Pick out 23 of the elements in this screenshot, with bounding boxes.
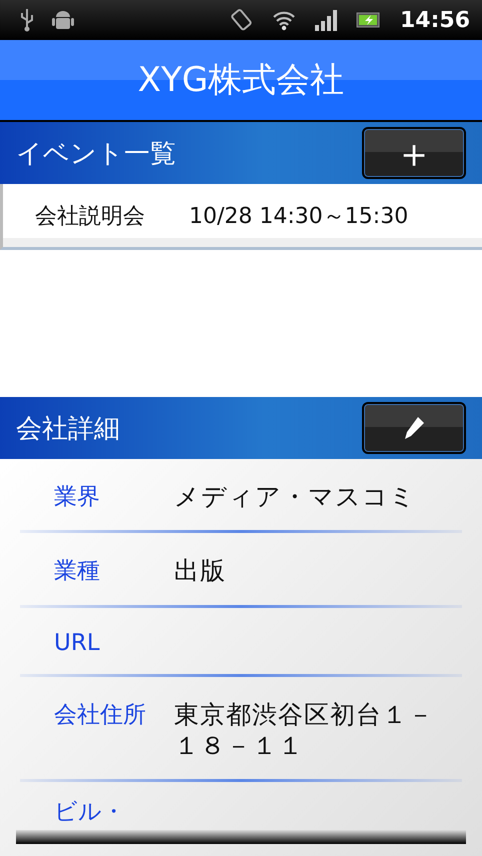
android-icon <box>52 8 74 32</box>
pencil-icon <box>403 416 425 440</box>
section-title: 会社詳細 <box>16 412 120 446</box>
section-title: イベント一覧 <box>16 138 176 170</box>
field-label: 業種 <box>54 557 101 586</box>
usb-icon <box>20 8 34 32</box>
field-value: 出版 <box>174 555 227 586</box>
field-value: メディア・マスコミ <box>174 481 417 512</box>
edit-button[interactable] <box>362 402 466 454</box>
field-label: ビル・ <box>54 798 126 827</box>
app-title: XYG株式会社 <box>138 59 344 102</box>
signal-icon <box>314 9 338 31</box>
event-row[interactable]: 会社説明会 10/28 14:30～15:30 <box>0 184 482 250</box>
field-label: 業界 <box>54 483 101 512</box>
field-label: URL <box>54 630 101 656</box>
status-time: 14:56 <box>400 8 470 32</box>
battery-icon <box>356 11 382 29</box>
wifi-icon <box>272 9 296 31</box>
add-button[interactable]: ＋ <box>362 127 466 179</box>
field-value: 東京都渋谷区初台１－１８－１１ <box>174 698 435 761</box>
field-label: 会社住所 <box>54 700 147 730</box>
event-name: 会社説明会 <box>35 202 145 230</box>
event-datetime: 10/28 14:30～15:30 <box>189 202 408 230</box>
